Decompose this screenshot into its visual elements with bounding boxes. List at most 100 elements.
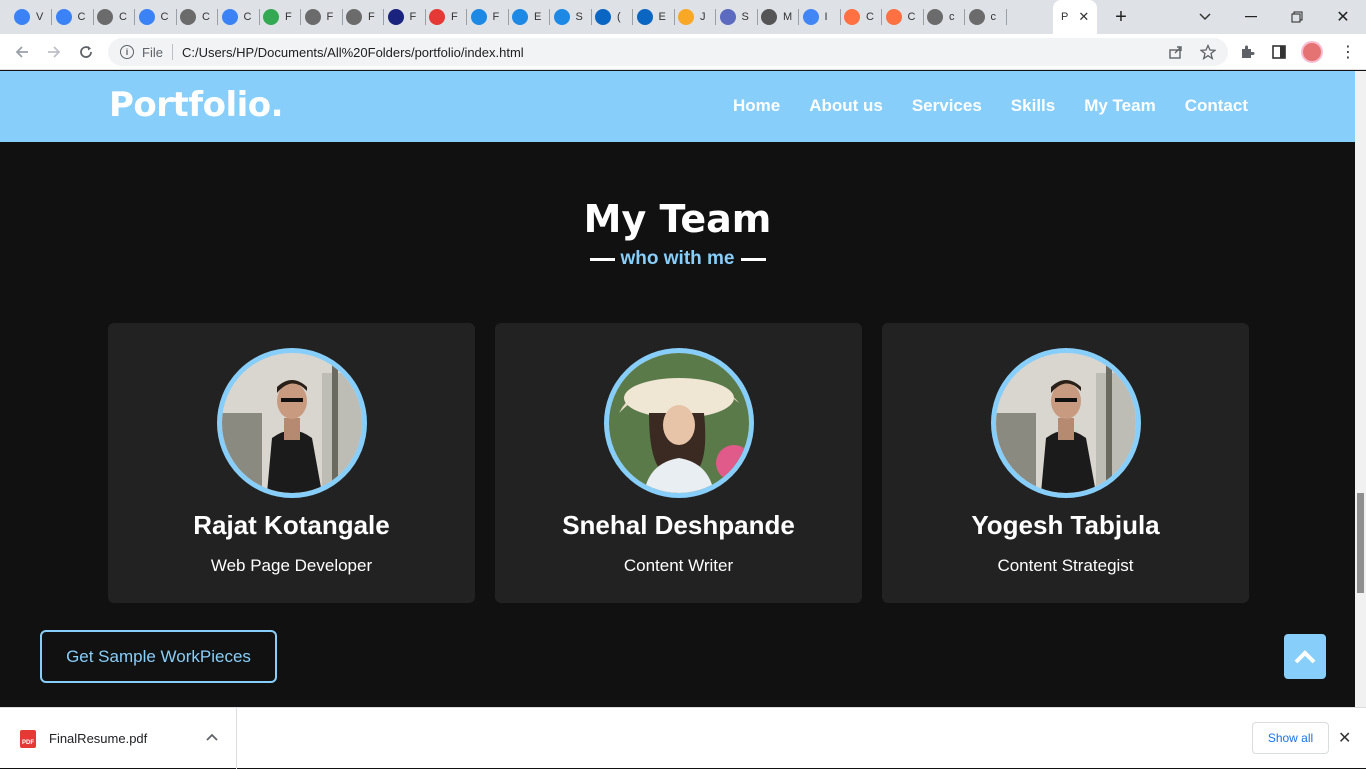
tab-title: F xyxy=(451,11,458,23)
browser-tab[interactable]: c xyxy=(927,5,959,29)
tab-search-chevron-icon[interactable] xyxy=(1182,0,1228,34)
get-sample-workpieces-button[interactable]: Get Sample WorkPieces xyxy=(40,630,277,683)
profile-avatar[interactable] xyxy=(1300,40,1324,64)
nav-home[interactable]: Home xyxy=(733,96,780,116)
menu-kebab-icon[interactable]: ⋮ xyxy=(1336,40,1360,64)
browser-tab[interactable]: C xyxy=(844,5,876,29)
browser-tab[interactable]: M xyxy=(761,5,793,29)
browser-tab[interactable]: F xyxy=(304,5,337,29)
tab-separator xyxy=(756,9,758,25)
tab-separator xyxy=(590,9,592,25)
forward-icon[interactable] xyxy=(42,40,66,64)
site-info-icon[interactable]: i xyxy=(120,45,134,59)
tab-favicon-icon xyxy=(802,9,819,25)
scrollbar-thumb[interactable] xyxy=(1357,493,1364,593)
tab-title: ( xyxy=(617,11,621,23)
tab-favicon-icon xyxy=(138,9,155,25)
tab-title: c xyxy=(949,11,955,23)
page-scrollbar[interactable] xyxy=(1355,71,1366,707)
tab-separator xyxy=(92,9,94,25)
tab-separator xyxy=(175,9,177,25)
show-all-downloads-button[interactable]: Show all xyxy=(1252,722,1329,754)
team-card: Snehal Deshpande Content Writer xyxy=(495,323,862,603)
browser-tab[interactable]: S xyxy=(719,5,752,29)
reload-icon[interactable] xyxy=(74,40,98,64)
close-downloads-bar-icon[interactable]: ✕ xyxy=(1338,728,1351,748)
browser-tab[interactable]: c xyxy=(968,5,1001,29)
browser-tab-strip: V C C C C C F F F F F F E S (E J S M I C Cc c P ✕ + ✕ xyxy=(0,0,1366,34)
tab-favicon-icon xyxy=(387,9,404,25)
tab-title: F xyxy=(492,11,500,23)
browser-tab[interactable]: F xyxy=(470,5,503,29)
browser-tab[interactable]: ( xyxy=(595,5,627,29)
browser-tab[interactable]: C xyxy=(180,5,212,29)
browser-tab[interactable]: C xyxy=(138,5,171,29)
active-tab-label: P xyxy=(1061,11,1069,23)
side-panel-icon[interactable] xyxy=(1267,40,1291,64)
minimize-icon[interactable] xyxy=(1228,0,1274,34)
tab-separator xyxy=(632,9,633,25)
browser-tab[interactable]: C xyxy=(97,5,129,29)
nav-my-team[interactable]: My Team xyxy=(1084,96,1156,116)
back-icon[interactable] xyxy=(10,40,34,64)
tab-separator xyxy=(300,9,301,25)
tab-separator xyxy=(341,9,343,25)
browser-tab[interactable]: I xyxy=(802,5,835,29)
share-icon[interactable] xyxy=(1164,40,1188,64)
download-options-chevron-icon[interactable] xyxy=(206,730,218,744)
close-tab-icon[interactable]: ✕ xyxy=(1078,9,1089,25)
team-card: Yogesh Tabjula Content Strategist xyxy=(882,323,1249,603)
tab-favicon-icon xyxy=(429,9,445,25)
nav-skills[interactable]: Skills xyxy=(1011,96,1055,116)
browser-tab[interactable]: C xyxy=(55,5,88,29)
tab-title: C xyxy=(243,11,252,23)
active-tab[interactable]: P ✕ xyxy=(1053,0,1097,34)
tab-separator xyxy=(217,9,218,25)
url-scheme: File xyxy=(142,44,163,60)
browser-tab[interactable]: F xyxy=(263,5,295,29)
tab-title: E xyxy=(658,11,666,23)
browser-tab[interactable]: J xyxy=(678,5,710,29)
browser-tab[interactable]: C xyxy=(221,5,254,29)
download-item[interactable]: PDF FinalResume.pdf xyxy=(0,708,237,769)
restore-icon[interactable] xyxy=(1274,0,1320,34)
tab-separator xyxy=(424,9,426,25)
tab-favicon-icon xyxy=(512,9,528,25)
tab-favicon-icon xyxy=(470,9,487,25)
tab-separator xyxy=(839,9,841,25)
tab-separator xyxy=(964,9,965,25)
member-role: Web Page Developer xyxy=(210,556,373,575)
browser-tab[interactable]: C xyxy=(885,5,918,29)
nav-services[interactable]: Services xyxy=(912,96,982,116)
browser-tab[interactable]: F xyxy=(429,5,461,29)
tab-favicon-icon xyxy=(97,9,113,25)
tab-favicon-icon xyxy=(885,9,902,25)
browser-tab[interactable]: V xyxy=(14,5,46,29)
tab-title: C xyxy=(866,11,874,23)
subtitle-line-left xyxy=(589,257,615,261)
tab-title: C xyxy=(202,11,210,23)
nav-about-us[interactable]: About us xyxy=(809,96,883,116)
tab-favicon-icon xyxy=(595,9,611,25)
scroll-to-top-button[interactable] xyxy=(1284,634,1326,679)
tab-title: C xyxy=(119,11,127,23)
tab-title: F xyxy=(409,11,417,23)
section-subtitle: who with me xyxy=(0,248,1355,270)
member-name: Snehal Deshpande xyxy=(562,510,795,540)
nav-links: Home About us Services Skills My Team Co… xyxy=(733,96,1248,116)
member-role: Content Strategist xyxy=(997,556,1134,575)
browser-tab[interactable]: E xyxy=(636,5,669,29)
close-window-icon[interactable]: ✕ xyxy=(1320,0,1366,34)
new-tab-button[interactable]: + xyxy=(1098,0,1144,34)
nav-contact[interactable]: Contact xyxy=(1185,96,1248,116)
section-title: My Team xyxy=(583,197,772,241)
browser-tab[interactable]: F xyxy=(346,5,378,29)
browser-tab[interactable]: S xyxy=(553,5,586,29)
bookmark-star-icon[interactable] xyxy=(1196,40,1220,64)
browser-tab[interactable]: F xyxy=(387,5,420,29)
browser-tab[interactable]: E xyxy=(512,5,544,29)
url-text[interactable]: C:/Users/HP/Documents/All%20Folders/port… xyxy=(182,45,524,60)
site-logo[interactable]: Portfolio. xyxy=(109,85,284,125)
extensions-icon[interactable] xyxy=(1235,40,1259,64)
address-bar[interactable]: i File C:/Users/HP/Documents/All%20Folde… xyxy=(108,38,1228,66)
